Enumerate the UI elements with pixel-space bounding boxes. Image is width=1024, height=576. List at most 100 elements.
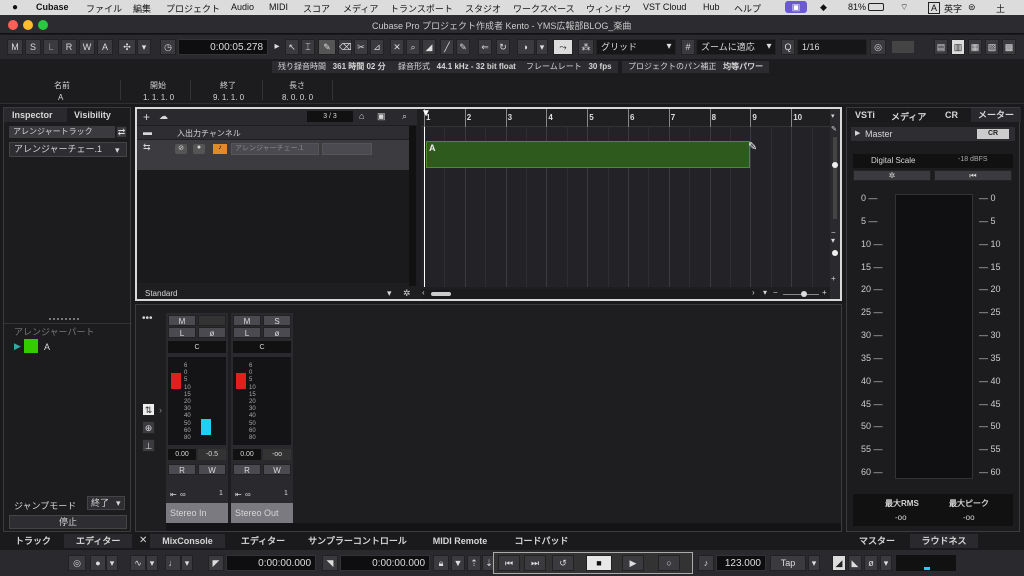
ch2-edit-button[interactable]: ø: [263, 327, 291, 338]
arranger-settings-icon[interactable]: ●: [193, 144, 205, 154]
quantize-icon[interactable]: Q: [781, 39, 795, 55]
part-play-icon[interactable]: ▶: [14, 341, 21, 352]
arranger-track-row[interactable]: ⇆ ⊘ ● ♪ アレンジャーチェー.1: [137, 140, 409, 170]
apple-icon[interactable]: ●: [12, 2, 18, 13]
layout-options-icon[interactable]: ▩: [1002, 39, 1016, 55]
signature-icon[interactable]: ◢: [832, 555, 846, 571]
tab-editor-left[interactable]: エディター: [64, 534, 132, 548]
ch2-peak-value[interactable]: -oo: [263, 449, 291, 460]
chain-dropdown-icon[interactable]: ▾: [115, 145, 120, 156]
ruler-bar-label[interactable]: 7: [671, 113, 675, 122]
ch1-mute-button[interactable]: M: [168, 315, 196, 326]
ch2-read-button[interactable]: R: [233, 464, 261, 475]
layout-lower-zone-icon[interactable]: ▦: [968, 39, 982, 55]
ch2-link-icon[interactable]: ∞: [245, 490, 251, 499]
mixer-menu-icon[interactable]: •••: [142, 313, 153, 324]
track-preset-icon[interactable]: ☁: [159, 111, 168, 122]
color-tool-icon[interactable]: ◢: [422, 39, 436, 55]
cr-button[interactable]: CR: [977, 129, 1009, 139]
autoscroll-icon[interactable]: ⤳: [553, 39, 573, 55]
tab-track[interactable]: トラック: [3, 534, 63, 548]
jump-dropdown-icon[interactable]: ▾: [116, 498, 121, 509]
tab-inspector[interactable]: Inspector: [4, 108, 67, 122]
hzoom-plus-icon[interactable]: +: [822, 288, 827, 297]
tracklist-footer-settings-icon[interactable]: ✲: [403, 288, 411, 299]
status-dot-icon[interactable]: ◆: [820, 2, 827, 13]
mute-all-button[interactable]: M: [7, 39, 23, 55]
input-language[interactable]: 英字: [944, 2, 962, 15]
menu-media[interactable]: メディア: [343, 2, 378, 15]
track-height-knob[interactable]: [832, 250, 838, 256]
arranger-chain-select[interactable]: アレンジャーチェー.1: [9, 142, 127, 157]
tempo-dropdown-icon[interactable]: ▾: [808, 555, 820, 571]
ruler-bar-label[interactable]: 2: [467, 113, 471, 122]
ruler-bar-label[interactable]: 8: [712, 113, 716, 122]
snapshot-icon[interactable]: ⌂: [359, 111, 364, 121]
splitter-grip[interactable]: [49, 318, 79, 320]
time-display[interactable]: 0:00:05.278: [178, 39, 268, 55]
horizontal-scrollbar[interactable]: ‹ ›: [421, 288, 760, 299]
solo-all-button[interactable]: S: [25, 39, 41, 55]
speaker-dropdown-icon[interactable]: ▾: [536, 39, 548, 55]
ch2-volume-value[interactable]: 0.00: [233, 449, 261, 460]
ch2-routing-icon[interactable]: ⇤: [235, 490, 242, 499]
tab-editor[interactable]: エディター: [228, 534, 298, 548]
info-start-value[interactable]: 1. 1. 1. 0: [143, 93, 174, 102]
ch2-pan-knob[interactable]: C: [233, 341, 291, 353]
erase-tool-icon[interactable]: ⌫: [338, 39, 352, 55]
audio-warp-icon[interactable]: ⇐: [478, 39, 492, 55]
record-mode-dropdown-icon[interactable]: ▾: [106, 555, 118, 571]
play-button[interactable]: ▶: [622, 555, 644, 571]
play-marker-icon[interactable]: ▸: [272, 41, 282, 52]
hzoom-dropdown-icon[interactable]: ▾: [763, 288, 767, 297]
zoom-plus-icon[interactable]: +: [831, 274, 836, 283]
mute-tool-icon[interactable]: ✕: [390, 39, 404, 55]
tab-media[interactable]: メディア: [891, 110, 926, 123]
ruler-bar-label[interactable]: 3: [508, 113, 512, 122]
tab-cr[interactable]: CR: [945, 110, 958, 120]
add-track-icon[interactable]: +: [143, 110, 150, 124]
range-select-icon[interactable]: ⌶: [301, 39, 315, 55]
lock-icon[interactable]: 🔒︎: [433, 555, 449, 571]
go-to-start-button[interactable]: ⏮: [498, 555, 520, 571]
grid-icon[interactable]: #: [681, 39, 695, 55]
grid-dropdown-icon[interactable]: ▾: [664, 41, 674, 52]
punch-dropdown-icon[interactable]: ▾: [146, 555, 158, 571]
split-tool-icon[interactable]: ✂: [354, 39, 368, 55]
menu-hub[interactable]: Hub: [703, 2, 720, 12]
ch1-fader-handle[interactable]: [171, 373, 181, 389]
tab-meter[interactable]: メーター: [971, 108, 1021, 122]
search-icon[interactable]: ⌕: [402, 111, 407, 122]
ch1-routing-icon[interactable]: ⇤: [170, 490, 177, 499]
mixer-faders-icon[interactable]: ⊕: [142, 421, 155, 434]
audio-performance-icon[interactable]: ø: [864, 555, 878, 571]
arranger-part-field[interactable]: [322, 143, 372, 155]
menu-file[interactable]: ファイル: [86, 2, 122, 15]
menubar-extra-icon[interactable]: ▣: [785, 1, 807, 13]
automation-dropdown-icon[interactable]: ▾: [137, 39, 151, 55]
right-locator-icon[interactable]: ◥: [322, 555, 338, 571]
layout-inspector-icon[interactable]: ▥: [951, 39, 965, 55]
source-expand-icon[interactable]: ▶: [855, 129, 860, 137]
marker-icon[interactable]: ▼: [451, 555, 465, 571]
track-link-icon[interactable]: ⇄: [116, 126, 127, 138]
tap-tempo-button[interactable]: Tap: [770, 555, 806, 571]
scrub-tool-icon[interactable]: ↻: [496, 39, 510, 55]
ch2-mute-button[interactable]: M: [233, 315, 261, 326]
menu-window[interactable]: ウィンドウ: [586, 2, 631, 15]
right-locator-time[interactable]: 0:00:00.000: [340, 555, 430, 571]
mixer-routing-icon[interactable]: ⇅: [142, 403, 155, 416]
metronome-dropdown-icon[interactable]: ▾: [181, 555, 193, 571]
layout-right-zone-icon[interactable]: ▧: [985, 39, 999, 55]
play-tool-icon[interactable]: ✎: [456, 39, 470, 55]
vertical-zoom-knob[interactable]: [832, 162, 838, 168]
punch-icon[interactable]: ∿: [130, 555, 146, 571]
quantize-select[interactable]: 1/16: [797, 39, 867, 55]
info-length-value[interactable]: 8. 0. 0. 0: [282, 93, 313, 102]
vertical-zoom-bar[interactable]: ▾ ✎ − ▾ +: [830, 109, 840, 299]
zoom-dropdown-icon[interactable]: ▾: [831, 236, 835, 245]
snap-icon[interactable]: ⁂: [578, 39, 594, 55]
write-all-button[interactable]: W: [79, 39, 95, 55]
wifi-icon[interactable]: ⌔: [900, 2, 908, 13]
scroll-up-icon[interactable]: ▾: [831, 112, 835, 120]
